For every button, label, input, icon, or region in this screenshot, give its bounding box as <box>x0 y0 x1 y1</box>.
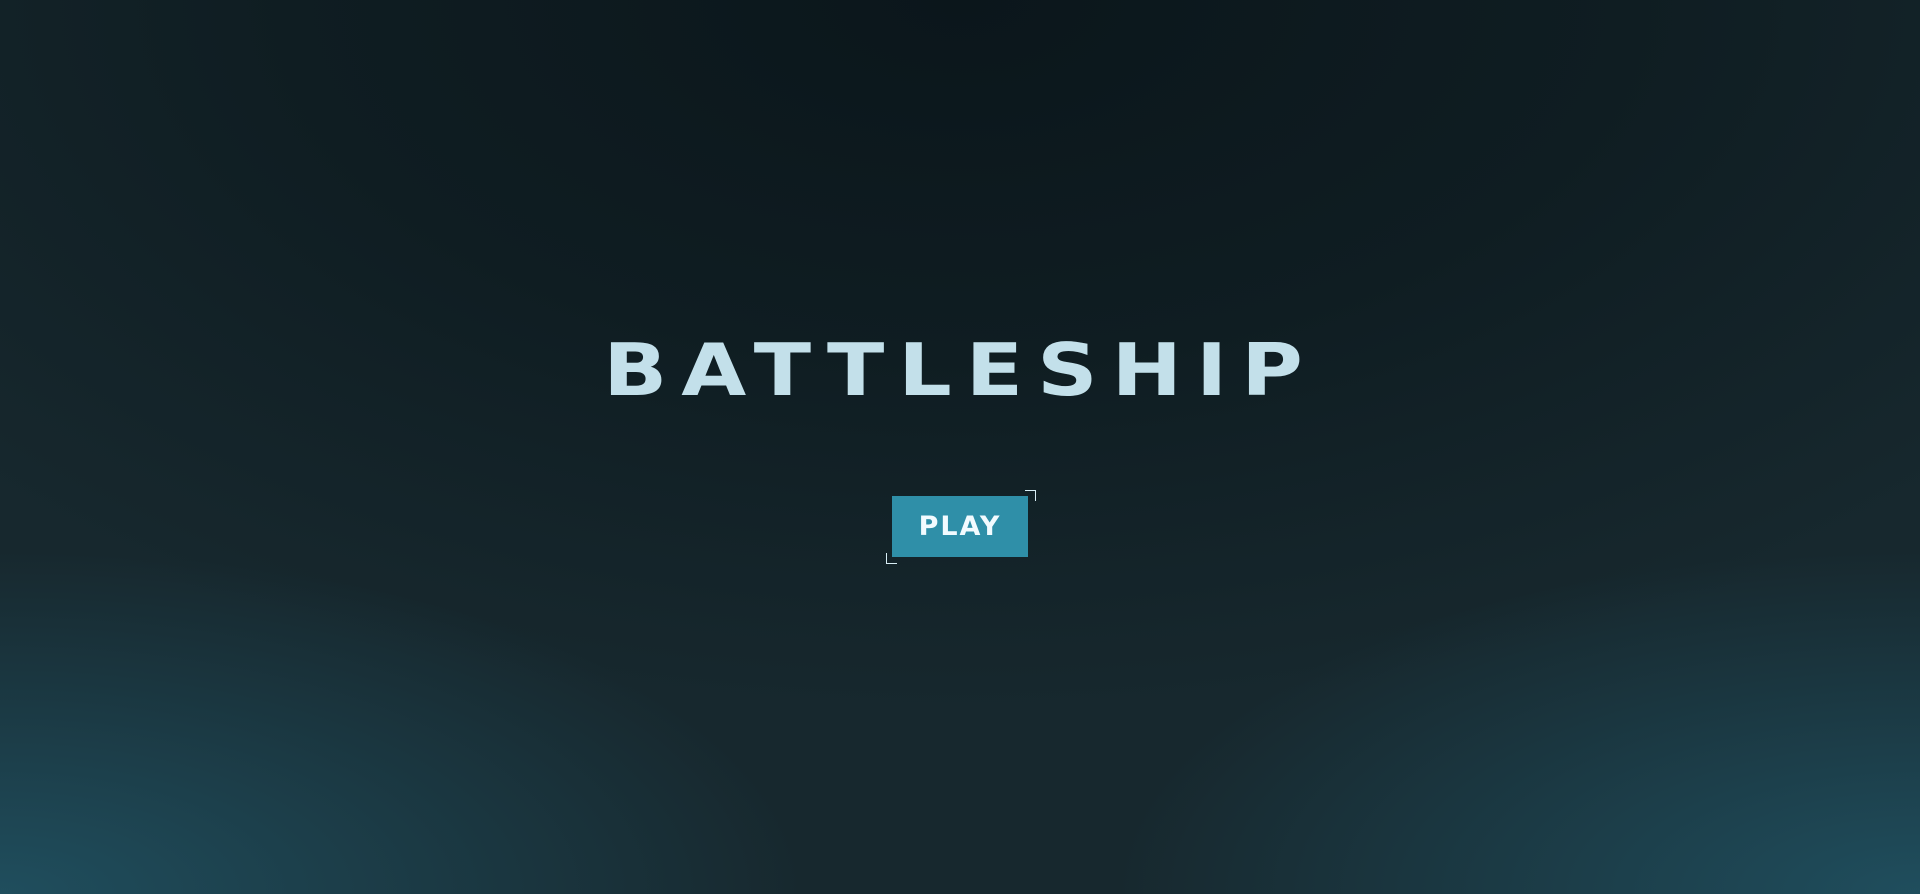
corner-bracket-bottom-left <box>886 553 897 564</box>
game-title: BATTLESHIP <box>603 327 1317 413</box>
play-button[interactable]: PLAY <box>892 496 1028 557</box>
play-button-frame: PLAY <box>886 490 1036 564</box>
title-screen: BATTLESHIP PLAY <box>0 0 1920 894</box>
